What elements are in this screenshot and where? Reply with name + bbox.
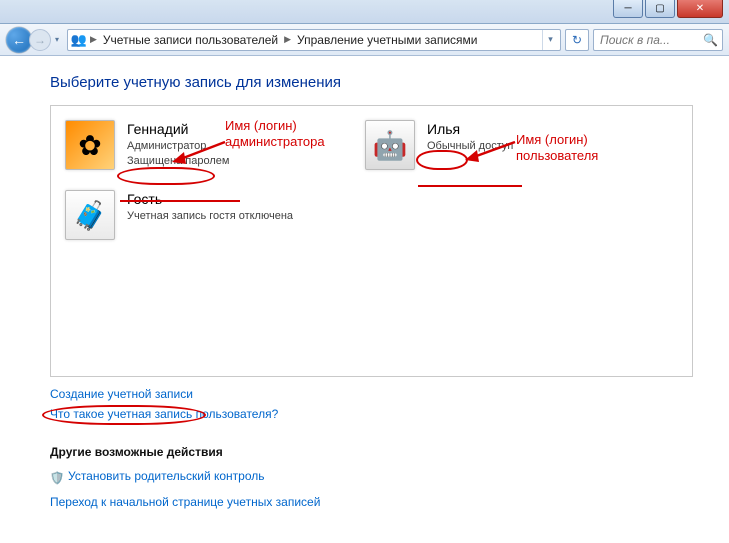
maximize-button[interactable]: ▢	[645, 0, 675, 18]
minimize-button[interactable]: ─	[613, 0, 643, 18]
account-role: Обычный доступ	[427, 139, 513, 154]
account-info: Геннадий Администратор Защищена паролем	[127, 120, 229, 169]
close-icon: ✕	[696, 3, 704, 14]
create-account-link[interactable]: Создание учетной записи	[50, 387, 193, 401]
user-accounts-icon: 👥	[70, 31, 88, 49]
account-item-ilya[interactable]: 🤖 Илья Обычный доступ	[359, 114, 659, 176]
links-section: Создание учетной записи Что такое учетна…	[50, 387, 693, 427]
breadcrumb-sep: ▶	[88, 34, 99, 45]
breadcrumb-manage[interactable]: Управление учетными записями	[293, 33, 481, 47]
account-status: Защищена паролем	[127, 154, 229, 169]
account-role: Учетная запись гостя отключена	[127, 209, 293, 224]
nav-forward-button: →	[29, 29, 51, 51]
chevron-down-icon: ▾	[55, 35, 59, 44]
account-name: Илья	[427, 120, 513, 139]
refresh-button[interactable]: ↻	[565, 29, 589, 51]
goto-start-link[interactable]: Переход к начальной странице учетных зап…	[50, 495, 320, 509]
breadcrumb-accounts[interactable]: Учетные записи пользователей	[99, 33, 282, 47]
account-item-gennadiy[interactable]: ✿ Геннадий Администратор Защищена пароле…	[59, 114, 359, 176]
search-box[interactable]: 🔍	[593, 29, 723, 51]
suitcase-icon: 🧳	[73, 199, 108, 232]
breadcrumb-sep: ▶	[282, 34, 293, 45]
address-bar[interactable]: 👥 ▶ Учетные записи пользователей ▶ Управ…	[67, 29, 561, 51]
address-dropdown[interactable]: ▾	[542, 30, 558, 50]
navbar: ← → ▾ 👥 ▶ Учетные записи пользователей ▶…	[0, 24, 729, 56]
refresh-icon: ↻	[572, 33, 582, 47]
close-button[interactable]: ✕	[677, 0, 723, 18]
account-item-guest[interactable]: 🧳 Гость Учетная запись гостя отключена	[59, 184, 359, 246]
other-actions-header: Другие возможные действия	[50, 445, 693, 459]
account-name: Геннадий	[127, 120, 229, 139]
account-info: Илья Обычный доступ	[427, 120, 513, 154]
forward-arrow-icon: →	[34, 33, 46, 47]
minimize-icon: ─	[624, 3, 631, 14]
titlebar: ─ ▢ ✕	[0, 0, 729, 24]
robot-icon: 🤖	[373, 129, 408, 162]
page-title: Выберите учетную запись для изменения	[50, 74, 693, 91]
accounts-panel: ✿ Геннадий Администратор Защищена пароле…	[50, 105, 693, 377]
account-role: Администратор	[127, 139, 229, 154]
maximize-icon: ▢	[655, 3, 664, 14]
account-avatar: ✿	[65, 120, 115, 170]
search-input[interactable]	[598, 32, 703, 48]
account-avatar: 🤖	[365, 120, 415, 170]
nav-history-dropdown[interactable]: ▾	[51, 35, 63, 44]
account-avatar: 🧳	[65, 190, 115, 240]
parental-control-link[interactable]: Установить родительский контроль	[68, 469, 265, 483]
search-icon[interactable]: 🔍	[703, 33, 718, 47]
flower-icon: ✿	[78, 129, 101, 162]
back-arrow-icon: ←	[12, 32, 26, 48]
what-is-account-link[interactable]: Что такое учетная запись пользователя?	[50, 407, 278, 421]
account-name: Гость	[127, 190, 293, 209]
account-info: Гость Учетная запись гостя отключена	[127, 190, 293, 224]
shield-icon: 🛡️	[50, 471, 64, 485]
